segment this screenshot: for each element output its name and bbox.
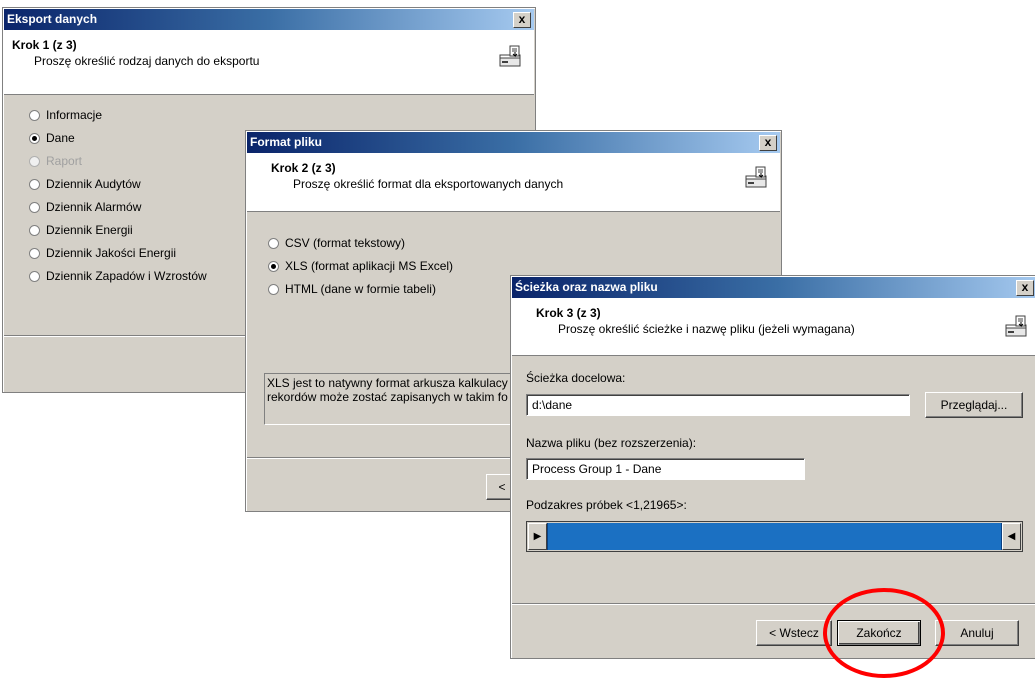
step-subtitle: Proszę określić rodzaj danych do eksport… bbox=[34, 54, 260, 68]
radio-option[interactable]: Dane bbox=[29, 131, 75, 145]
step-title: Krok 1 (z 3) bbox=[12, 38, 77, 52]
radio-button[interactable] bbox=[268, 283, 279, 295]
sample-range-slider[interactable]: ▶ ◀ bbox=[526, 521, 1023, 552]
radio-label: Dziennik Audytów bbox=[46, 177, 141, 191]
back-button[interactable]: < Wstecz bbox=[756, 620, 832, 646]
wizard-header: Krok 3 (z 3) Proszę określić ścieżke i n… bbox=[512, 298, 1035, 356]
step-title: Krok 3 (z 3) bbox=[536, 306, 601, 320]
radio-label: Dziennik Energii bbox=[46, 223, 133, 237]
filename-label: Nazwa pliku (bez rozszerzenia): bbox=[526, 436, 697, 450]
radio-label: Dziennik Jakości Energii bbox=[46, 246, 177, 260]
wizard-header: Krok 2 (z 3) Proszę określić format dla … bbox=[247, 153, 780, 212]
radio-button[interactable] bbox=[268, 260, 279, 272]
radio-label: XLS (format aplikacji MS Excel) bbox=[285, 259, 454, 273]
radio-button[interactable] bbox=[29, 132, 40, 144]
range-start-handle[interactable]: ▶ bbox=[528, 523, 547, 550]
divider bbox=[512, 603, 1035, 605]
radio-option[interactable]: Dziennik Jakości Energii bbox=[29, 246, 176, 260]
radio-label: HTML (dane w formie tabeli) bbox=[285, 282, 436, 296]
radio-button[interactable] bbox=[268, 237, 279, 249]
radio-option[interactable]: Informacje bbox=[29, 108, 102, 122]
radio-option[interactable]: HTML (dane w formie tabeli) bbox=[268, 282, 436, 296]
range-selection-bar[interactable] bbox=[547, 523, 1002, 550]
radio-option: Raport bbox=[29, 154, 82, 168]
close-button[interactable]: x bbox=[513, 12, 531, 28]
browse-button[interactable]: Przeglądaj... bbox=[925, 392, 1023, 418]
radio-button[interactable] bbox=[29, 201, 40, 213]
radio-label: Dziennik Alarmów bbox=[46, 200, 142, 214]
radio-button[interactable] bbox=[29, 270, 40, 282]
sample-range-label: Podzakres próbek <1,21965>: bbox=[526, 498, 687, 512]
dialog-title-bar[interactable]: Eksport danych x bbox=[4, 9, 534, 30]
radio-button[interactable] bbox=[29, 224, 40, 236]
range-end-handle[interactable]: ◀ bbox=[1002, 523, 1021, 550]
radio-button bbox=[29, 155, 40, 167]
dialog-title: Format pliku bbox=[250, 135, 323, 149]
radio-option[interactable]: Dziennik Alarmów bbox=[29, 200, 141, 214]
close-button[interactable]: x bbox=[1016, 280, 1034, 296]
path-filename-dialog: Ścieżka oraz nazwa pliku x Krok 3 (z 3) … bbox=[510, 275, 1035, 659]
destination-path-input[interactable]: d:\dane bbox=[526, 394, 910, 416]
destination-path-label: Ścieżka docelowa: bbox=[526, 371, 626, 385]
filename-input[interactable]: Process Group 1 - Dane bbox=[526, 458, 805, 480]
radio-button[interactable] bbox=[29, 109, 40, 121]
dialog-title: Ścieżka oraz nazwa pliku bbox=[515, 280, 658, 294]
step-subtitle: Proszę określić ścieżke i nazwę pliku (j… bbox=[558, 322, 855, 336]
close-button[interactable]: x bbox=[759, 135, 777, 151]
wizard-header: Krok 1 (z 3) Proszę określić rodzaj dany… bbox=[4, 30, 534, 95]
radio-label: Raport bbox=[46, 154, 83, 168]
radio-label: Dziennik Zapadów i Wzrostów bbox=[46, 269, 207, 283]
radio-label: Informacje bbox=[46, 108, 103, 122]
radio-button[interactable] bbox=[29, 178, 40, 190]
cancel-button[interactable]: Anuluj bbox=[935, 620, 1019, 646]
export-icon bbox=[744, 165, 768, 189]
step-subtitle: Proszę określić format dla eksportowanyc… bbox=[293, 177, 564, 191]
radio-label: CSV (format tekstowy) bbox=[285, 236, 406, 250]
radio-option[interactable]: CSV (format tekstowy) bbox=[268, 236, 405, 250]
radio-option[interactable]: XLS (format aplikacji MS Excel) bbox=[268, 259, 453, 273]
dialog-title-bar[interactable]: Ścieżka oraz nazwa pliku x bbox=[512, 277, 1035, 298]
export-icon bbox=[498, 44, 522, 68]
radio-label: Dane bbox=[46, 131, 75, 145]
radio-option[interactable]: Dziennik Energii bbox=[29, 223, 133, 237]
step-title: Krok 2 (z 3) bbox=[271, 161, 336, 175]
radio-option[interactable]: Dziennik Zapadów i Wzrostów bbox=[29, 269, 207, 283]
dialog-title: Eksport danych bbox=[7, 12, 98, 26]
dialog-title-bar[interactable]: Format pliku x bbox=[247, 132, 780, 153]
radio-button[interactable] bbox=[29, 247, 40, 259]
radio-option[interactable]: Dziennik Audytów bbox=[29, 177, 141, 191]
export-icon bbox=[1004, 314, 1028, 338]
highlight-circle bbox=[823, 588, 945, 678]
